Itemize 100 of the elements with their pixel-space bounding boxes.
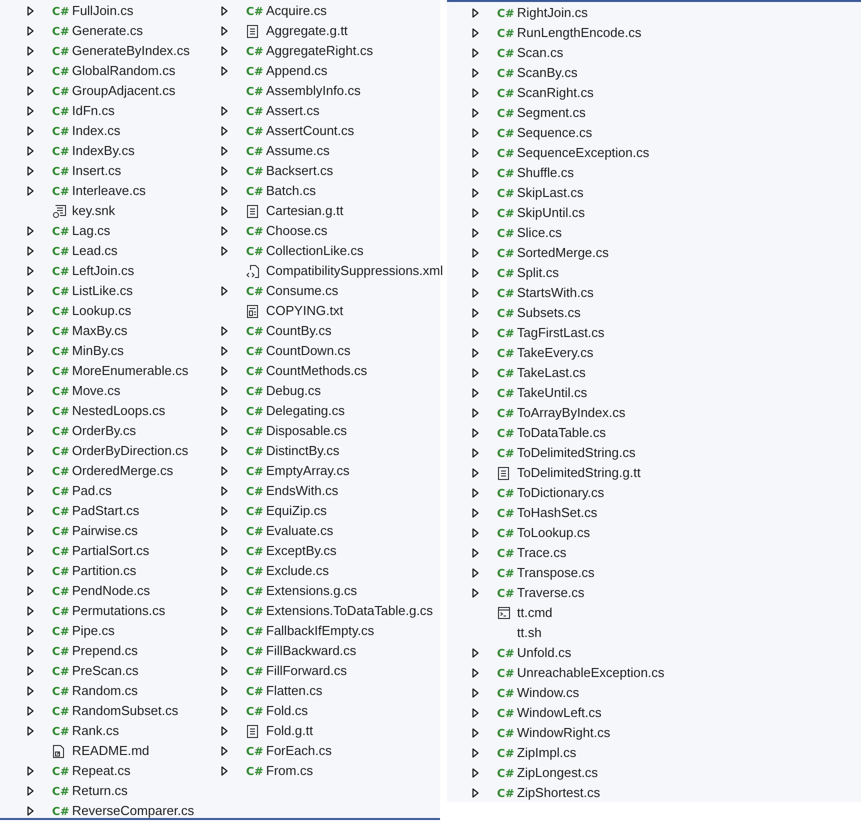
file-name[interactable]: Fold.cs: [266, 701, 308, 721]
expand-arrow-icon[interactable]: [472, 748, 478, 758]
expand-arrow-icon[interactable]: [220, 26, 228, 36]
expand-arrow-icon[interactable]: [26, 726, 34, 736]
expand-arrow-icon[interactable]: [472, 788, 478, 798]
file-name[interactable]: SequenceException.cs: [517, 143, 650, 163]
expand-arrow-icon[interactable]: [472, 668, 478, 678]
file-name[interactable]: Lag.cs: [72, 221, 110, 241]
expand-arrow-icon[interactable]: [472, 308, 478, 318]
file-name[interactable]: SkipUntil.cs: [517, 203, 585, 223]
expand-arrow-icon[interactable]: [220, 46, 228, 56]
expand-arrow-icon[interactable]: [472, 328, 478, 338]
file-name[interactable]: Cartesian.g.tt: [266, 201, 344, 221]
expand-arrow-icon[interactable]: [220, 666, 228, 676]
expand-arrow-icon[interactable]: [472, 368, 478, 378]
expand-arrow-icon[interactable]: [472, 248, 478, 258]
expand-arrow-icon[interactable]: [220, 466, 228, 476]
expand-arrow-icon[interactable]: [220, 526, 228, 536]
file-name[interactable]: OrderByDirection.cs: [72, 441, 188, 461]
file-name[interactable]: Transpose.cs: [517, 563, 595, 583]
expand-arrow-icon[interactable]: [472, 48, 478, 58]
file-name[interactable]: OrderedMerge.cs: [72, 461, 174, 481]
expand-arrow-icon[interactable]: [472, 228, 478, 238]
file-name[interactable]: ForEach.cs: [266, 741, 332, 761]
expand-arrow-icon[interactable]: [220, 106, 228, 116]
expand-arrow-icon[interactable]: [26, 506, 34, 516]
expand-arrow-icon[interactable]: [26, 526, 34, 536]
file-name[interactable]: RunLengthEncode.cs: [517, 23, 642, 43]
file-name[interactable]: Pairwise.cs: [72, 521, 138, 541]
file-name[interactable]: MoreEnumerable.cs: [72, 361, 188, 381]
file-name[interactable]: PartialSort.cs: [72, 541, 150, 561]
file-name[interactable]: IdFn.cs: [72, 101, 115, 121]
expand-arrow-icon[interactable]: [220, 646, 228, 656]
file-name[interactable]: CompatibilitySuppressions.xml: [266, 261, 444, 281]
file-name[interactable]: Segment.cs: [517, 103, 586, 123]
expand-arrow-icon[interactable]: [26, 686, 34, 696]
file-name[interactable]: Extensions.g.cs: [266, 581, 358, 601]
file-name[interactable]: Pipe.cs: [72, 621, 115, 641]
expand-arrow-icon[interactable]: [26, 146, 34, 156]
expand-arrow-icon[interactable]: [472, 408, 478, 418]
expand-arrow-icon[interactable]: [26, 586, 34, 596]
file-name[interactable]: README.md: [72, 741, 150, 761]
file-name[interactable]: ToDelimitedString.cs: [517, 443, 636, 463]
file-name[interactable]: ToArrayByIndex.cs: [517, 403, 626, 423]
expand-arrow-icon[interactable]: [26, 806, 34, 816]
expand-arrow-icon[interactable]: [220, 6, 228, 16]
expand-arrow-icon[interactable]: [26, 46, 34, 56]
file-name[interactable]: Pad.cs: [72, 481, 112, 501]
file-name[interactable]: EmptyArray.cs: [266, 461, 350, 481]
file-name[interactable]: ReverseComparer.cs: [72, 801, 194, 821]
file-name[interactable]: WindowLeft.cs: [517, 703, 602, 723]
file-name[interactable]: FallbackIfEmpty.cs: [266, 621, 374, 641]
expand-arrow-icon[interactable]: [472, 148, 478, 158]
expand-arrow-icon[interactable]: [472, 28, 478, 38]
expand-arrow-icon[interactable]: [26, 226, 34, 236]
expand-arrow-icon[interactable]: [26, 466, 34, 476]
expand-arrow-icon[interactable]: [472, 288, 478, 298]
file-name[interactable]: Repeat.cs: [72, 761, 131, 781]
file-name[interactable]: TakeEvery.cs: [517, 343, 594, 363]
expand-arrow-icon[interactable]: [220, 206, 228, 216]
file-name[interactable]: Generate.cs: [72, 21, 143, 41]
file-name[interactable]: ToDelimitedString.g.tt: [517, 463, 641, 483]
expand-arrow-icon[interactable]: [472, 128, 478, 138]
file-name[interactable]: RightJoin.cs: [517, 3, 588, 23]
file-name[interactable]: WindowRight.cs: [517, 723, 610, 743]
file-name[interactable]: RandomSubset.cs: [72, 701, 178, 721]
file-name[interactable]: Acquire.cs: [266, 1, 327, 21]
expand-arrow-icon[interactable]: [472, 8, 478, 18]
expand-arrow-icon[interactable]: [472, 488, 478, 498]
file-name[interactable]: FillForward.cs: [266, 661, 347, 681]
file-name[interactable]: NestedLoops.cs: [72, 401, 166, 421]
expand-arrow-icon[interactable]: [220, 686, 228, 696]
expand-arrow-icon[interactable]: [472, 588, 478, 598]
file-name[interactable]: Delegating.cs: [266, 401, 345, 421]
expand-arrow-icon[interactable]: [220, 586, 228, 596]
expand-arrow-icon[interactable]: [472, 528, 478, 538]
expand-arrow-icon[interactable]: [26, 446, 34, 456]
file-name[interactable]: Aggregate.g.tt: [266, 21, 348, 41]
file-name[interactable]: Window.cs: [517, 683, 580, 703]
expand-arrow-icon[interactable]: [220, 766, 228, 776]
file-name[interactable]: Assert.cs: [266, 101, 320, 121]
file-name[interactable]: SkipLast.cs: [517, 183, 584, 203]
file-name[interactable]: CountMethods.cs: [266, 361, 368, 381]
file-name[interactable]: EquiZip.cs: [266, 501, 327, 521]
file-name[interactable]: CountBy.cs: [266, 321, 332, 341]
file-name[interactable]: Flatten.cs: [266, 681, 322, 701]
file-name[interactable]: PadStart.cs: [72, 501, 140, 521]
file-name[interactable]: PendNode.cs: [72, 581, 150, 601]
file-name[interactable]: Partition.cs: [72, 561, 136, 581]
file-name[interactable]: AssertCount.cs: [266, 121, 354, 141]
expand-arrow-icon[interactable]: [472, 448, 478, 458]
expand-arrow-icon[interactable]: [26, 486, 34, 496]
expand-arrow-icon[interactable]: [26, 706, 34, 716]
expand-arrow-icon[interactable]: [220, 186, 228, 196]
expand-arrow-icon[interactable]: [472, 568, 478, 578]
file-name[interactable]: Debug.cs: [266, 381, 321, 401]
expand-arrow-icon[interactable]: [26, 546, 34, 556]
expand-arrow-icon[interactable]: [220, 626, 228, 636]
file-name[interactable]: Return.cs: [72, 781, 128, 801]
expand-arrow-icon[interactable]: [220, 286, 228, 296]
